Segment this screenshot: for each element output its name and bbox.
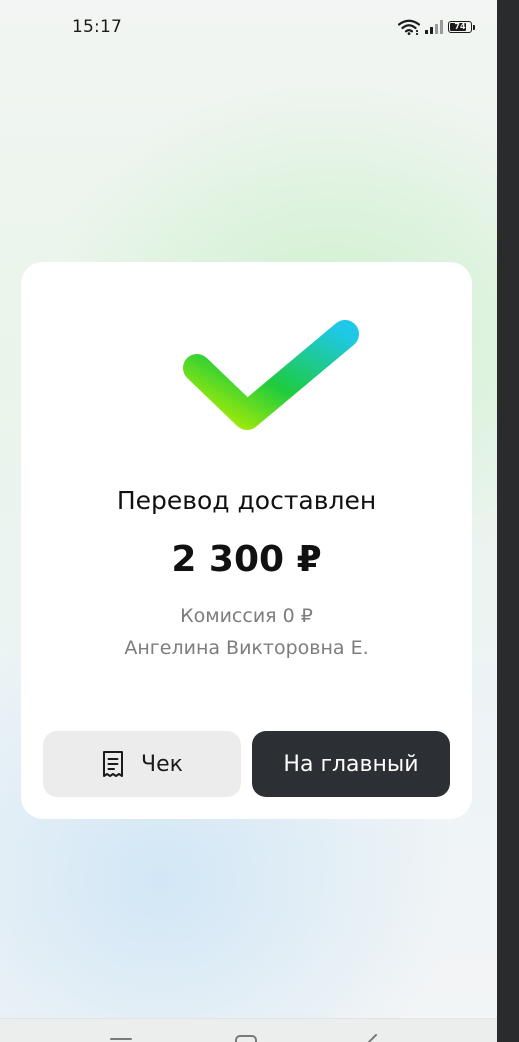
home-icon[interactable]: [235, 1035, 257, 1042]
receipt-icon: [103, 751, 124, 777]
transfer-status-title: Перевод доставлен: [116, 486, 377, 515]
go-home-button[interactable]: На главный: [252, 731, 450, 797]
recent-apps-icon[interactable]: [110, 1038, 132, 1040]
status-icons: 74: [398, 19, 475, 35]
battery-icon: 74: [448, 21, 472, 33]
battery-percent: 74: [454, 22, 466, 31]
battery-tip: [473, 24, 475, 30]
wifi-icon: [398, 19, 420, 35]
system-navigation-bar: [0, 1018, 497, 1042]
transfer-result-card: Перевод доставлен 2 300 ₽ Комиссия 0 ₽ А…: [21, 262, 472, 819]
signal-icon: [425, 20, 443, 34]
payment-success-screen: 15:17 74 Перевод доставлен 2 300 ₽ Комис…: [0, 0, 497, 1042]
transfer-amount: 2 300 ₽: [171, 539, 322, 580]
receipt-button[interactable]: Чек: [43, 731, 241, 797]
status-time: 15:17: [72, 17, 122, 37]
screen-edge: [497, 0, 519, 1042]
go-home-button-label: На главный: [283, 751, 419, 777]
check-icon: [183, 320, 359, 430]
receipt-button-label: Чек: [141, 751, 183, 777]
commission-text: Комиссия 0 ₽: [180, 605, 313, 627]
back-icon[interactable]: [366, 1034, 380, 1042]
recipient-name: Ангелина Викторовна Е.: [124, 637, 369, 659]
